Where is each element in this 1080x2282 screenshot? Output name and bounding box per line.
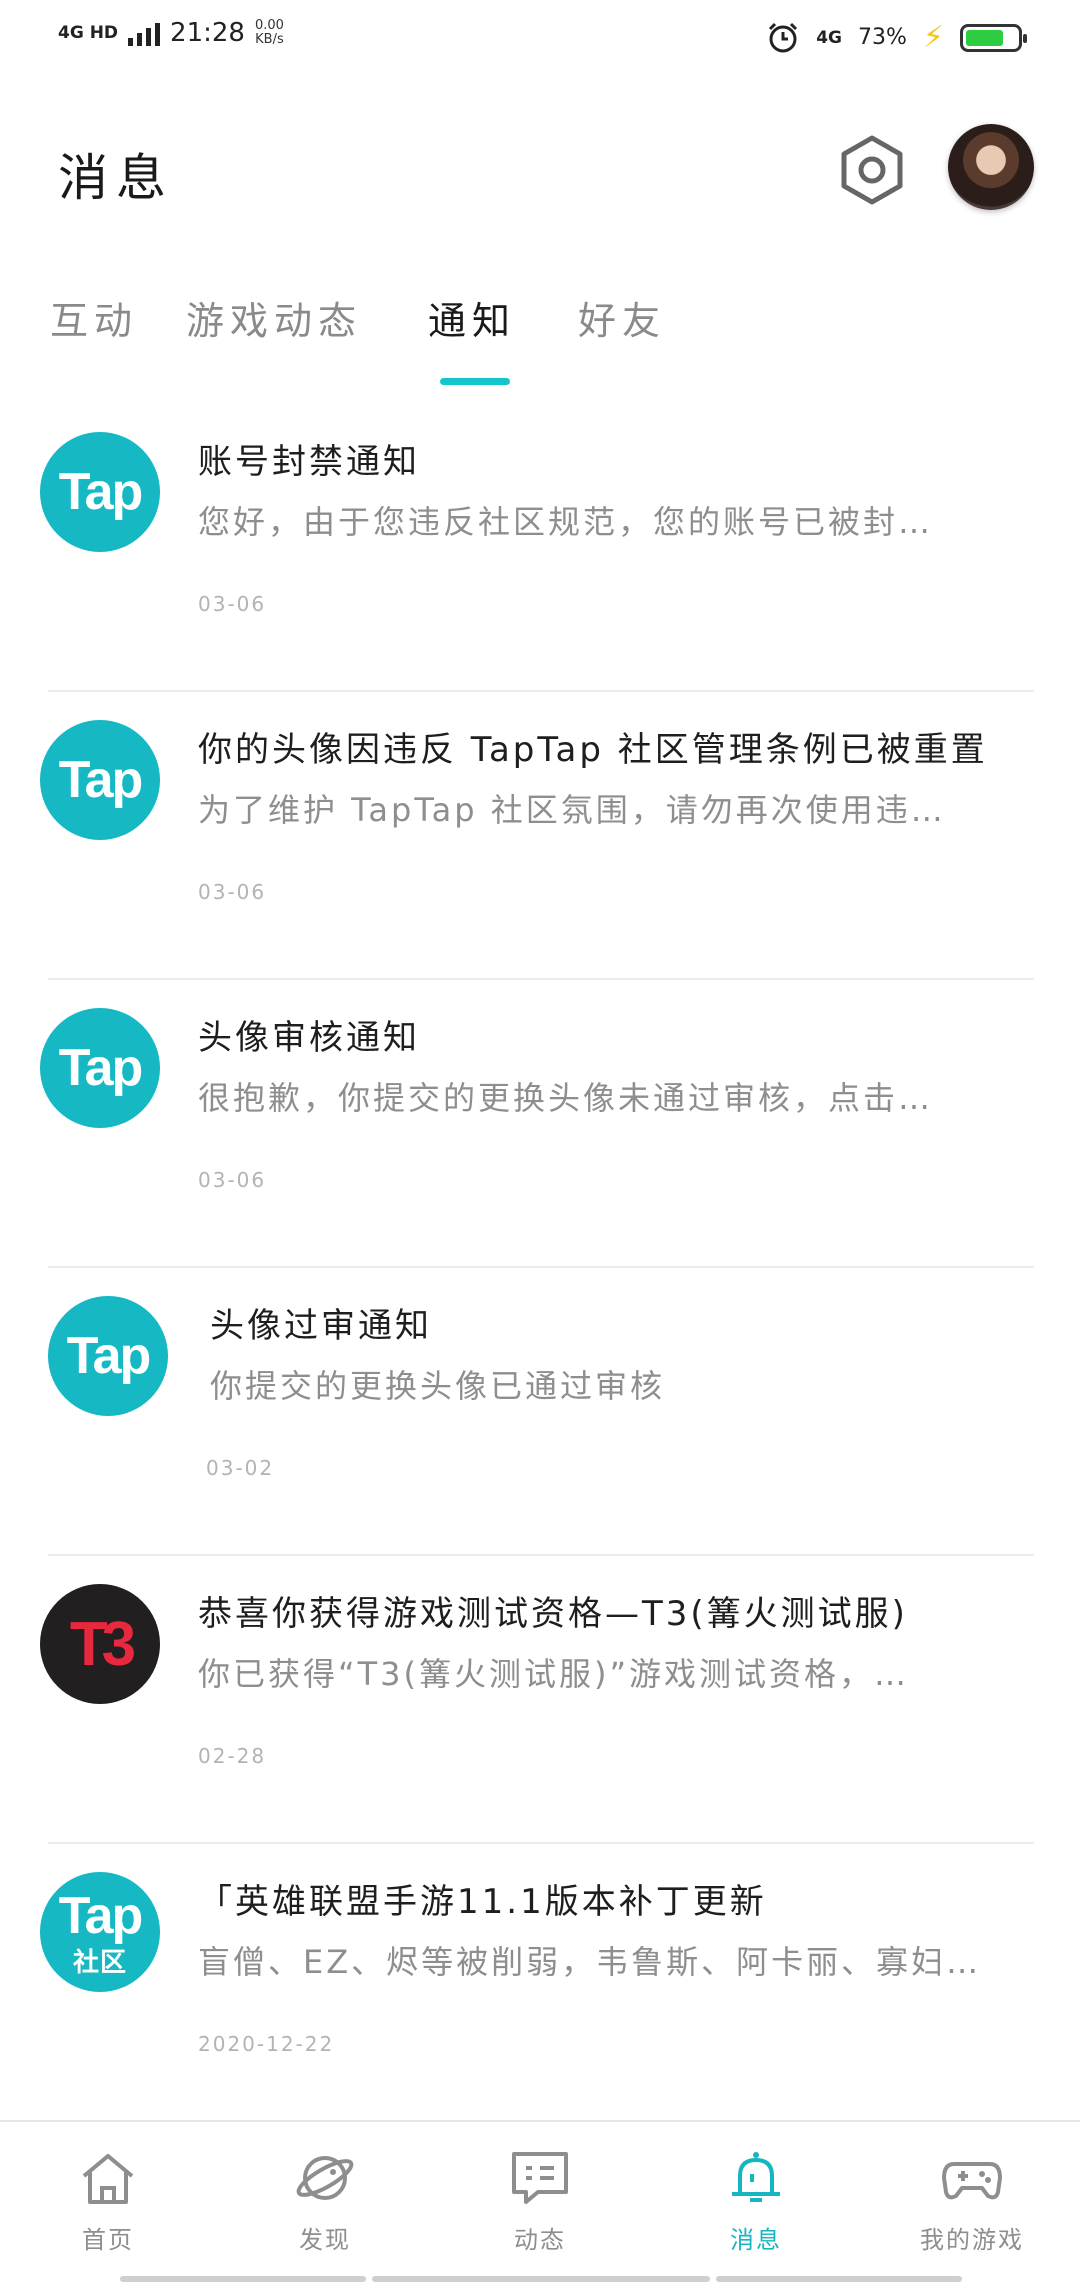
taptap-logo: Tap bbox=[48, 1296, 168, 1416]
battery-icon bbox=[960, 23, 1027, 52]
header: 消息 bbox=[0, 110, 1080, 230]
discover-icon bbox=[296, 2156, 354, 2200]
nav-messages[interactable]: 消息 bbox=[696, 2148, 816, 2255]
item-preview: 为了维护 TapTap 社区氛围，请勿再次使用违… bbox=[198, 791, 946, 829]
logo-text: Tap bbox=[66, 1327, 152, 1385]
nav-my-games[interactable]: 我的游戏 bbox=[912, 2148, 1032, 2255]
bell-icon bbox=[732, 2152, 780, 2202]
taptap-logo: Tap bbox=[40, 720, 160, 840]
logo-text: Tap bbox=[58, 1039, 144, 1097]
item-preview: 盲僧、EZ、烬等被削弱，韦鲁斯、阿卡丽、寡妇… bbox=[198, 1943, 982, 1981]
system-nav-bar bbox=[372, 2276, 710, 2282]
tab-notifications[interactable]: 通知 bbox=[428, 290, 516, 345]
item-title: 头像审核通知 bbox=[198, 1018, 420, 1058]
feed-icon bbox=[512, 2152, 568, 2204]
t3-logo: T3 bbox=[40, 1584, 160, 1704]
charging-icon: ⚡ bbox=[922, 20, 944, 55]
nav-label: 动态 bbox=[514, 2226, 566, 2254]
item-title: 「英雄联盟手游11.1版本补丁更新 bbox=[198, 1882, 767, 1922]
network-speed-value: 0.00 bbox=[254, 18, 284, 33]
logo-text: Tap bbox=[58, 1886, 144, 1945]
nav-label: 我的游戏 bbox=[920, 2226, 1024, 2254]
alarm-icon bbox=[769, 22, 798, 52]
taptap-community-logo: Tap 社区 bbox=[40, 1872, 160, 1992]
home-icon bbox=[82, 2154, 134, 2204]
status-bar: 4G HD 21:28 0.00 KB/s 4G 73% ⚡ bbox=[0, 0, 1080, 80]
list-item[interactable]: Tap 社区 「英雄联盟手游11.1版本补丁更新 盲僧、EZ、烬等被削弱，韦鲁斯… bbox=[0, 1844, 1080, 2132]
bottom-nav: 首页 发现 动态 消息 我的游戏 bbox=[0, 2120, 1080, 2282]
item-preview: 你已获得“T3(篝火测试服)”游戏测试资格，… bbox=[198, 1655, 910, 1693]
settings-button[interactable] bbox=[832, 130, 912, 210]
item-date: 03-06 bbox=[198, 880, 267, 904]
network-type: 4G HD bbox=[58, 23, 119, 43]
taptap-logo: Tap bbox=[40, 1008, 160, 1128]
battery-fill bbox=[966, 29, 1003, 46]
list-item[interactable]: Tap 账号封禁通知 您好，由于您违反社区规范，您的账号已被封… 03-06 bbox=[0, 404, 1080, 692]
item-title: 你的头像因违反 TapTap 社区管理条例已被重置 bbox=[198, 730, 988, 770]
item-date: 03-06 bbox=[198, 1168, 267, 1192]
item-preview: 很抱歉，你提交的更换头像未通过审核，点击… bbox=[198, 1079, 934, 1117]
tab-friends[interactable]: 好友 bbox=[578, 290, 666, 345]
item-title: 头像过审通知 bbox=[210, 1306, 432, 1346]
page-title: 消息 bbox=[58, 149, 174, 207]
notification-list: Tap 账号封禁通知 您好，由于您违反社区规范，您的账号已被封… 03-06 T… bbox=[0, 404, 1080, 2132]
nav-home[interactable]: 首页 bbox=[48, 2148, 168, 2255]
taptap-logo: Tap bbox=[40, 432, 160, 552]
tab-game-news[interactable]: 游戏动态 bbox=[186, 290, 362, 345]
item-title: 账号封禁通知 bbox=[198, 442, 420, 482]
mobile-data: 4G bbox=[816, 27, 843, 48]
item-title: 恭喜你获得游戏测试资格—T3(篝火测试服) bbox=[198, 1594, 908, 1634]
network-speed-unit: KB/s bbox=[255, 32, 284, 47]
system-nav-bar bbox=[716, 2276, 962, 2282]
logo-text: Tap bbox=[58, 463, 144, 521]
tab-indicator bbox=[440, 378, 510, 385]
settings-icon bbox=[841, 135, 903, 205]
avatar[interactable] bbox=[948, 124, 1034, 210]
network-speed: 0.00 KB/s bbox=[255, 19, 284, 47]
item-preview: 你提交的更换头像已通过审核 bbox=[210, 1367, 666, 1405]
tab-bar: 互动 游戏动态 通知 好友 bbox=[0, 290, 1080, 390]
logo-text: T3 bbox=[69, 1609, 136, 1679]
item-date: 02-28 bbox=[198, 1744, 267, 1768]
nav-feed[interactable]: 动态 bbox=[480, 2148, 600, 2255]
list-item[interactable]: Tap 头像审核通知 很抱歉，你提交的更换头像未通过审核，点击… 03-06 bbox=[0, 980, 1080, 1268]
list-item[interactable]: Tap 头像过审通知 你提交的更换头像已通过审核 03-02 bbox=[0, 1268, 1080, 1556]
clock: 21:28 bbox=[170, 18, 245, 48]
list-item[interactable]: Tap 你的头像因违反 TapTap 社区管理条例已被重置 为了维护 TapTa… bbox=[0, 692, 1080, 980]
item-date: 03-02 bbox=[206, 1456, 275, 1480]
system-nav-bar bbox=[120, 2276, 366, 2282]
battery-percent: 73% bbox=[858, 25, 907, 50]
logo-text: Tap bbox=[58, 751, 144, 809]
list-item[interactable]: T3 恭喜你获得游戏测试资格—T3(篝火测试服) 你已获得“T3(篝火测试服)”… bbox=[0, 1556, 1080, 1844]
nav-discover[interactable]: 发现 bbox=[265, 2148, 385, 2255]
nav-label: 发现 bbox=[299, 2226, 351, 2254]
logo-subtext: 社区 bbox=[72, 1946, 127, 1977]
nav-label: 消息 bbox=[730, 2226, 782, 2254]
gamepad-icon bbox=[942, 2162, 1002, 2200]
item-date: 2020-12-22 bbox=[198, 2032, 335, 2056]
item-preview: 您好，由于您违反社区规范，您的账号已被封… bbox=[198, 503, 934, 541]
signal-icon bbox=[128, 20, 161, 46]
tab-interaction[interactable]: 互动 bbox=[50, 290, 138, 345]
nav-label: 首页 bbox=[82, 2226, 134, 2254]
item-date: 03-06 bbox=[198, 592, 267, 616]
